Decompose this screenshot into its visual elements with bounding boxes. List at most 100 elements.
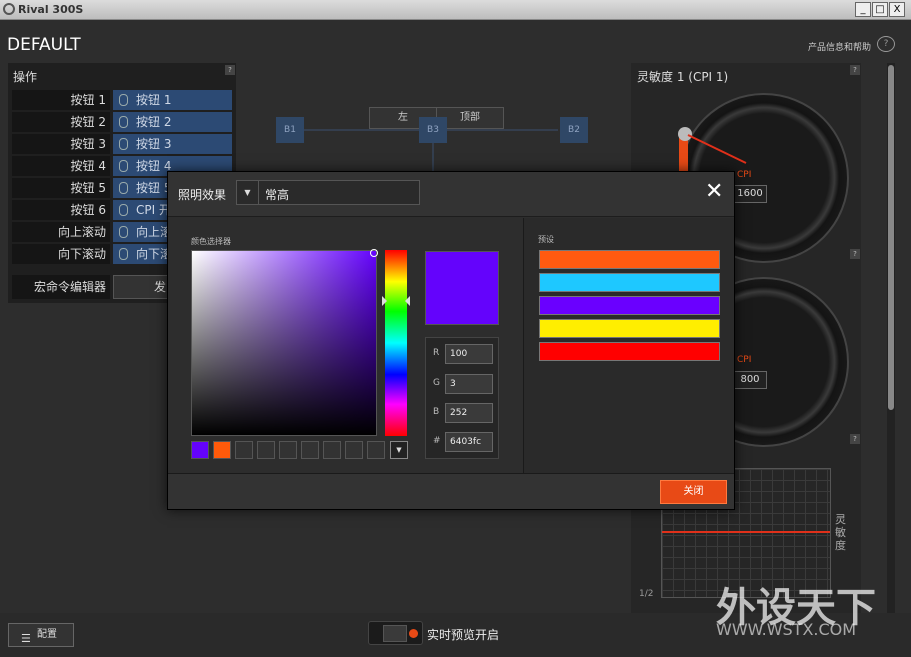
live-preview-label: 实时预览开启 <box>427 628 500 642</box>
help-icon[interactable]: ? <box>877 36 895 52</box>
dialog-header: 照明效果 ▼ 常高 ✕ <box>168 172 734 217</box>
gauge-needle <box>687 134 747 164</box>
action-value-label: 按钮 2 <box>136 115 172 129</box>
color-area[interactable] <box>191 249 378 436</box>
presets-label: 预设 <box>538 235 554 244</box>
live-preview-toggle[interactable] <box>368 621 423 645</box>
color-swatch[interactable] <box>301 441 319 459</box>
g-input[interactable]: 3 <box>445 374 493 394</box>
mouse-icon <box>119 248 128 260</box>
color-swatch[interactable] <box>235 441 253 459</box>
cpi-label-1: CPI <box>737 170 752 180</box>
help-icon[interactable]: ? <box>225 65 235 75</box>
action-row[interactable]: 按钮 3 按钮 3 <box>12 134 232 154</box>
app-icon <box>3 3 15 15</box>
button-b2[interactable]: B2 <box>560 117 588 143</box>
hex-label: # <box>433 436 441 446</box>
sensitivity-title: 灵敏度 1 (CPI 1) <box>637 70 729 84</box>
actions-title: 操作 <box>13 70 38 84</box>
color-swatch[interactable] <box>279 441 297 459</box>
cpi-value-2[interactable]: 800 <box>733 371 767 389</box>
color-picker-section: 颜色选择器 R 100 G3 B 252 #6403fc ▼ <box>168 218 521 473</box>
page-indicator: 1/2 <box>639 589 654 599</box>
r-input[interactable]: 100 <box>445 344 493 364</box>
help-icon[interactable]: ? <box>850 249 860 259</box>
action-key: 按钮 2 <box>12 112 110 132</box>
action-key: 按钮 5 <box>12 178 110 198</box>
window-title: Rival 300S <box>18 3 84 16</box>
cpi-label-2: CPI <box>737 355 752 365</box>
rgb-inputs: R 100 G3 B 252 #6403fc <box>425 337 499 459</box>
mouse-icon <box>119 226 128 238</box>
color-preview <box>425 251 499 325</box>
b-input[interactable]: 252 <box>445 403 493 423</box>
help-icon[interactable]: ? <box>850 65 860 75</box>
action-value[interactable]: 按钮 3 <box>113 134 232 154</box>
effect-select[interactable]: ▼ 常高 <box>236 180 420 205</box>
cpi-value-1[interactable]: 1600 <box>733 185 767 203</box>
action-value[interactable]: 按钮 1 <box>113 90 232 110</box>
action-key: 按钮 3 <box>12 134 110 154</box>
action-row[interactable]: 按钮 2 按钮 2 <box>12 112 232 132</box>
mouse-icon <box>119 182 128 194</box>
color-swatch[interactable] <box>213 441 231 459</box>
macro-label: 宏命令编辑器 <box>12 275 110 299</box>
effect-value: 常高 <box>265 188 290 202</box>
maximize-button[interactable]: □ <box>872 2 888 17</box>
r-label: R <box>433 348 440 358</box>
close-window-button[interactable]: X <box>889 2 905 17</box>
action-key: 向上滚动 <box>12 222 110 242</box>
preset-color[interactable] <box>539 296 720 315</box>
watermark-url: WWW.WSTX.COM <box>716 620 857 639</box>
axis-label: 灵敏度 <box>835 513 846 552</box>
chevron-down-icon[interactable]: ▼ <box>390 441 408 459</box>
color-swatch[interactable] <box>367 441 385 459</box>
help-icon[interactable]: ? <box>850 434 860 444</box>
close-button[interactable]: 关闭 <box>660 480 727 504</box>
color-swatch[interactable] <box>345 441 363 459</box>
color-cursor[interactable] <box>370 249 378 257</box>
g-label: G <box>433 378 440 388</box>
dialog-footer: 关闭 <box>168 473 734 509</box>
action-value-label: 按钮 1 <box>136 93 172 107</box>
preset-color[interactable] <box>539 319 720 338</box>
color-swatch[interactable] <box>257 441 275 459</box>
preset-color[interactable] <box>539 273 720 292</box>
mouse-icon <box>119 138 128 150</box>
action-value-label: 按钮 3 <box>136 137 172 151</box>
action-row[interactable]: 按钮 1 按钮 1 <box>12 90 232 110</box>
mouse-icon <box>119 204 128 216</box>
action-key: 按钮 4 <box>12 156 110 176</box>
presets-section: 预设 <box>523 218 734 473</box>
lighting-dialog: 照明效果 ▼ 常高 ✕ 颜色选择器 R 100 G3 B 252 #6403fc ▼… <box>167 171 735 510</box>
mouse-icon <box>119 160 128 172</box>
scrollbar[interactable] <box>887 63 895 613</box>
list-icon: ☰ <box>21 632 31 645</box>
close-icon[interactable]: ✕ <box>705 180 723 204</box>
action-key: 按钮 6 <box>12 200 110 220</box>
hue-marker-left[interactable] <box>382 296 387 306</box>
chevron-down-icon: ▼ <box>237 181 259 204</box>
title-bar: Rival 300S _ □ X <box>0 0 911 20</box>
action-value[interactable]: 按钮 2 <box>113 112 232 132</box>
color-swatch[interactable] <box>323 441 341 459</box>
hue-marker-right[interactable] <box>405 296 410 306</box>
config-label: 配置 <box>37 629 57 640</box>
help-link[interactable]: 产品信息和帮助 <box>808 40 871 53</box>
color-swatch[interactable] <box>191 441 209 459</box>
action-key: 向下滚动 <box>12 244 110 264</box>
toggle-grip <box>383 625 407 642</box>
button-b1[interactable]: B1 <box>276 117 304 143</box>
hue-slider[interactable] <box>382 250 410 436</box>
config-button[interactable]: ☰ 配置 <box>8 623 74 647</box>
toggle-indicator <box>409 629 418 638</box>
preset-color[interactable] <box>539 250 720 269</box>
scrollbar-thumb[interactable] <box>888 65 894 410</box>
hex-input[interactable]: 6403fc <box>445 432 493 452</box>
graph-line <box>662 531 830 533</box>
button-b3[interactable]: B3 <box>419 117 447 143</box>
lighting-label: 照明效果 <box>178 188 227 202</box>
minimize-button[interactable]: _ <box>855 2 871 17</box>
picker-label: 颜色选择器 <box>191 237 231 246</box>
preset-color[interactable] <box>539 342 720 361</box>
